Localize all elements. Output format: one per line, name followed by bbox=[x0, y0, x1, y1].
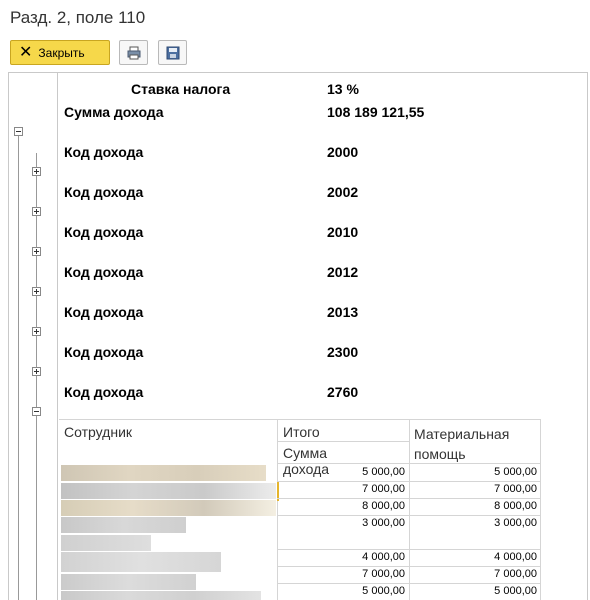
employee-name-redacted bbox=[61, 552, 221, 572]
table-cell-aid: 5 000,00 bbox=[494, 466, 537, 478]
income-code-label: Код дохода bbox=[64, 184, 144, 200]
printer-icon bbox=[127, 46, 140, 59]
table-cell-total: 5 000,00 bbox=[362, 585, 405, 597]
close-button[interactable]: ✕ Закрыть bbox=[10, 40, 110, 65]
expand-icon[interactable] bbox=[32, 207, 41, 216]
income-code-value: 2300 bbox=[327, 344, 359, 360]
collapse-icon[interactable] bbox=[14, 127, 23, 136]
table-cell-total: 8 000,00 bbox=[362, 500, 405, 512]
income-code-value: 2760 bbox=[327, 384, 359, 400]
expand-icon[interactable] bbox=[32, 287, 41, 296]
income-sum-label: Сумма дохода bbox=[64, 104, 164, 120]
employee-name-redacted bbox=[61, 517, 186, 533]
collapse-icon[interactable] bbox=[32, 407, 41, 416]
column-employee: Сотрудник bbox=[64, 424, 133, 440]
column-material-aid: Материальная помощь bbox=[414, 426, 510, 462]
income-code-label: Код дохода bbox=[64, 144, 144, 160]
employee-name-redacted bbox=[61, 535, 151, 551]
table-cell-total: 7 000,00 bbox=[362, 568, 405, 580]
column-total: Итого bbox=[283, 424, 320, 440]
table-cell-aid: 4 000,00 bbox=[494, 551, 537, 563]
window-title: Разд. 2, поле 110 bbox=[10, 8, 146, 27]
income-code-value: 2002 bbox=[327, 184, 359, 200]
table-cell-aid: 7 000,00 bbox=[494, 568, 537, 580]
table-cell-aid: 7 000,00 bbox=[494, 483, 537, 495]
employee-name-redacted bbox=[61, 465, 266, 481]
income-code-label: Код дохода bbox=[64, 264, 144, 280]
employee-name-redacted bbox=[61, 483, 276, 499]
table-cell-total: 3 000,00 bbox=[362, 517, 405, 529]
table-cell-total: 4 000,00 bbox=[362, 551, 405, 563]
table-cell-aid: 3 000,00 bbox=[494, 517, 537, 529]
table-cell-aid: 5 000,00 bbox=[494, 585, 537, 597]
tax-rate-label: Ставка налога bbox=[131, 81, 231, 97]
income-code-label: Код дохода bbox=[64, 224, 144, 240]
income-code-value: 2000 bbox=[327, 144, 359, 160]
table-cell-aid: 8 000,00 bbox=[494, 500, 537, 512]
expand-icon[interactable] bbox=[32, 167, 41, 176]
report-area[interactable]: Ставка налога 13 % Сумма дохода 108 189 … bbox=[8, 72, 588, 600]
employee-name-redacted bbox=[61, 591, 261, 600]
income-code-value: 2010 bbox=[327, 224, 359, 240]
income-code-label: Код дохода bbox=[64, 304, 144, 320]
expand-icon[interactable] bbox=[32, 327, 41, 336]
expand-icon[interactable] bbox=[32, 367, 41, 376]
income-code-value: 2013 bbox=[327, 304, 359, 320]
income-code-value: 2012 bbox=[327, 264, 359, 280]
table-cell-total: 7 000,00 bbox=[362, 483, 405, 495]
income-code-label: Код дохода bbox=[64, 384, 144, 400]
save-icon bbox=[166, 46, 179, 59]
income-sum-value: 108 189 121,55 bbox=[327, 104, 425, 120]
print-button[interactable] bbox=[119, 40, 148, 65]
tax-rate-value: 13 % bbox=[327, 81, 359, 97]
close-icon: ✕ bbox=[19, 43, 33, 61]
employee-name-redacted bbox=[61, 500, 276, 516]
expand-icon[interactable] bbox=[32, 247, 41, 256]
table-cell-total: 5 000,00 bbox=[362, 466, 405, 478]
close-button-label: Закрыть bbox=[38, 45, 85, 60]
income-code-label: Код дохода bbox=[64, 344, 144, 360]
save-button[interactable] bbox=[158, 40, 187, 65]
employee-name-redacted bbox=[61, 574, 196, 590]
